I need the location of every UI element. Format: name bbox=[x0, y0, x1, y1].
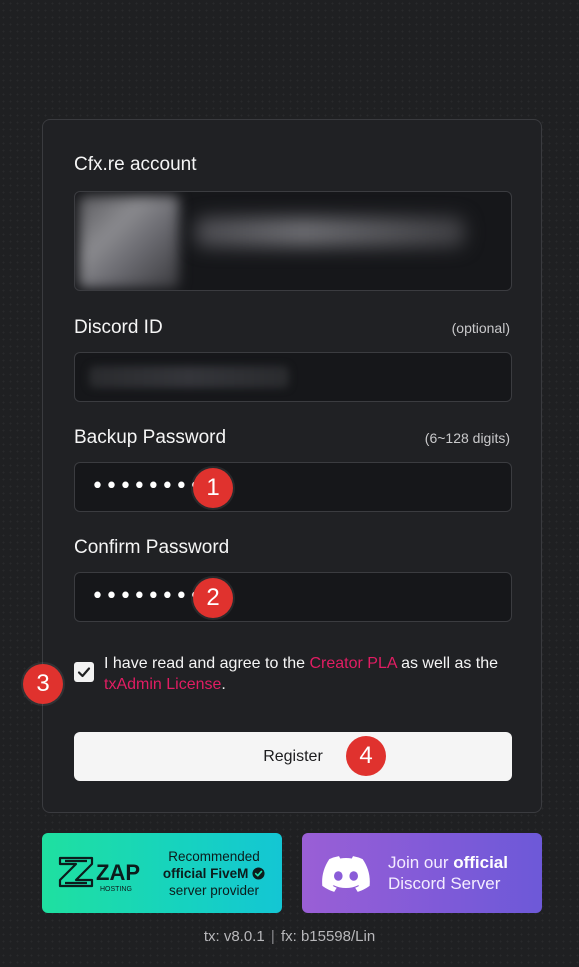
register-card: Cfx.re account Discord ID (optional) Bac… bbox=[23, 119, 542, 813]
agree-text-part-1: I have read and agree to the bbox=[104, 655, 310, 672]
cfx-account-box bbox=[74, 191, 512, 291]
discord-line-2: Discord Server bbox=[388, 874, 501, 893]
confirm-password-input[interactable]: •••••••• bbox=[74, 572, 512, 622]
zap-line-3: server provider bbox=[168, 883, 260, 898]
zap-hosting-banner[interactable]: ZAP HOSTING Recommended official FiveM s… bbox=[42, 833, 282, 913]
discord-hint: (optional) bbox=[451, 320, 510, 336]
tx-version: tx: v8.0.1 bbox=[203, 928, 265, 945]
annotation-badge-2: 2 bbox=[193, 578, 233, 618]
register-button[interactable]: Register bbox=[74, 732, 512, 781]
creator-pla-link[interactable]: Creator PLA bbox=[309, 655, 396, 672]
agree-text: I have read and agree to the Creator PLA… bbox=[104, 653, 524, 695]
discord-label: Discord ID bbox=[74, 317, 163, 338]
discord-banner-text: Join our official Discord Server bbox=[388, 852, 508, 894]
zap-hosting-logo-icon: ZAP HOSTING bbox=[58, 856, 140, 893]
backup-password-input[interactable]: •••••••• bbox=[74, 462, 512, 512]
account-name-redacted bbox=[195, 217, 465, 247]
zap-line-2: official FiveM bbox=[154, 865, 274, 882]
annotation-badge-3: 3 bbox=[23, 664, 63, 704]
confirm-password-value: •••••••• bbox=[91, 584, 203, 609]
discord-id-input[interactable] bbox=[74, 352, 512, 402]
annotation-badge-4: 4 bbox=[346, 736, 386, 776]
account-label: Cfx.re account bbox=[74, 154, 197, 175]
verified-badge-icon bbox=[252, 867, 265, 880]
txadmin-license-link[interactable]: txAdmin License bbox=[104, 676, 221, 693]
register-button-label: Register bbox=[263, 747, 323, 765]
backup-password-hint: (6~128 digits) bbox=[424, 430, 510, 446]
zap-line-1: Recommended bbox=[168, 849, 260, 864]
version-separator: | bbox=[270, 928, 275, 945]
account-avatar bbox=[79, 196, 179, 288]
zap-logo-text: ZAP bbox=[96, 860, 140, 885]
checkmark-icon bbox=[77, 667, 91, 678]
backup-password-value: •••••••• bbox=[91, 474, 203, 499]
discord-logo-icon bbox=[322, 856, 370, 892]
discord-line-1: Join our official bbox=[388, 853, 508, 872]
agree-text-part-3: . bbox=[221, 676, 226, 693]
fx-version: fx: b15598/Lin bbox=[280, 928, 376, 945]
version-footer: tx: v8.0.1 | fx: b15598/Lin bbox=[0, 928, 579, 945]
confirm-password-label: Confirm Password bbox=[74, 537, 230, 558]
backup-password-label: Backup Password bbox=[74, 427, 227, 448]
discord-id-placeholder-redacted bbox=[89, 366, 289, 388]
discord-banner[interactable]: Join our official Discord Server bbox=[302, 833, 542, 913]
agree-checkbox[interactable] bbox=[74, 662, 94, 682]
agree-text-part-2: as well as the bbox=[396, 655, 499, 672]
annotation-badge-1: 1 bbox=[193, 468, 233, 508]
zap-banner-text: Recommended official FiveM server provid… bbox=[154, 848, 274, 899]
zap-logo-subtext: HOSTING bbox=[100, 886, 132, 893]
